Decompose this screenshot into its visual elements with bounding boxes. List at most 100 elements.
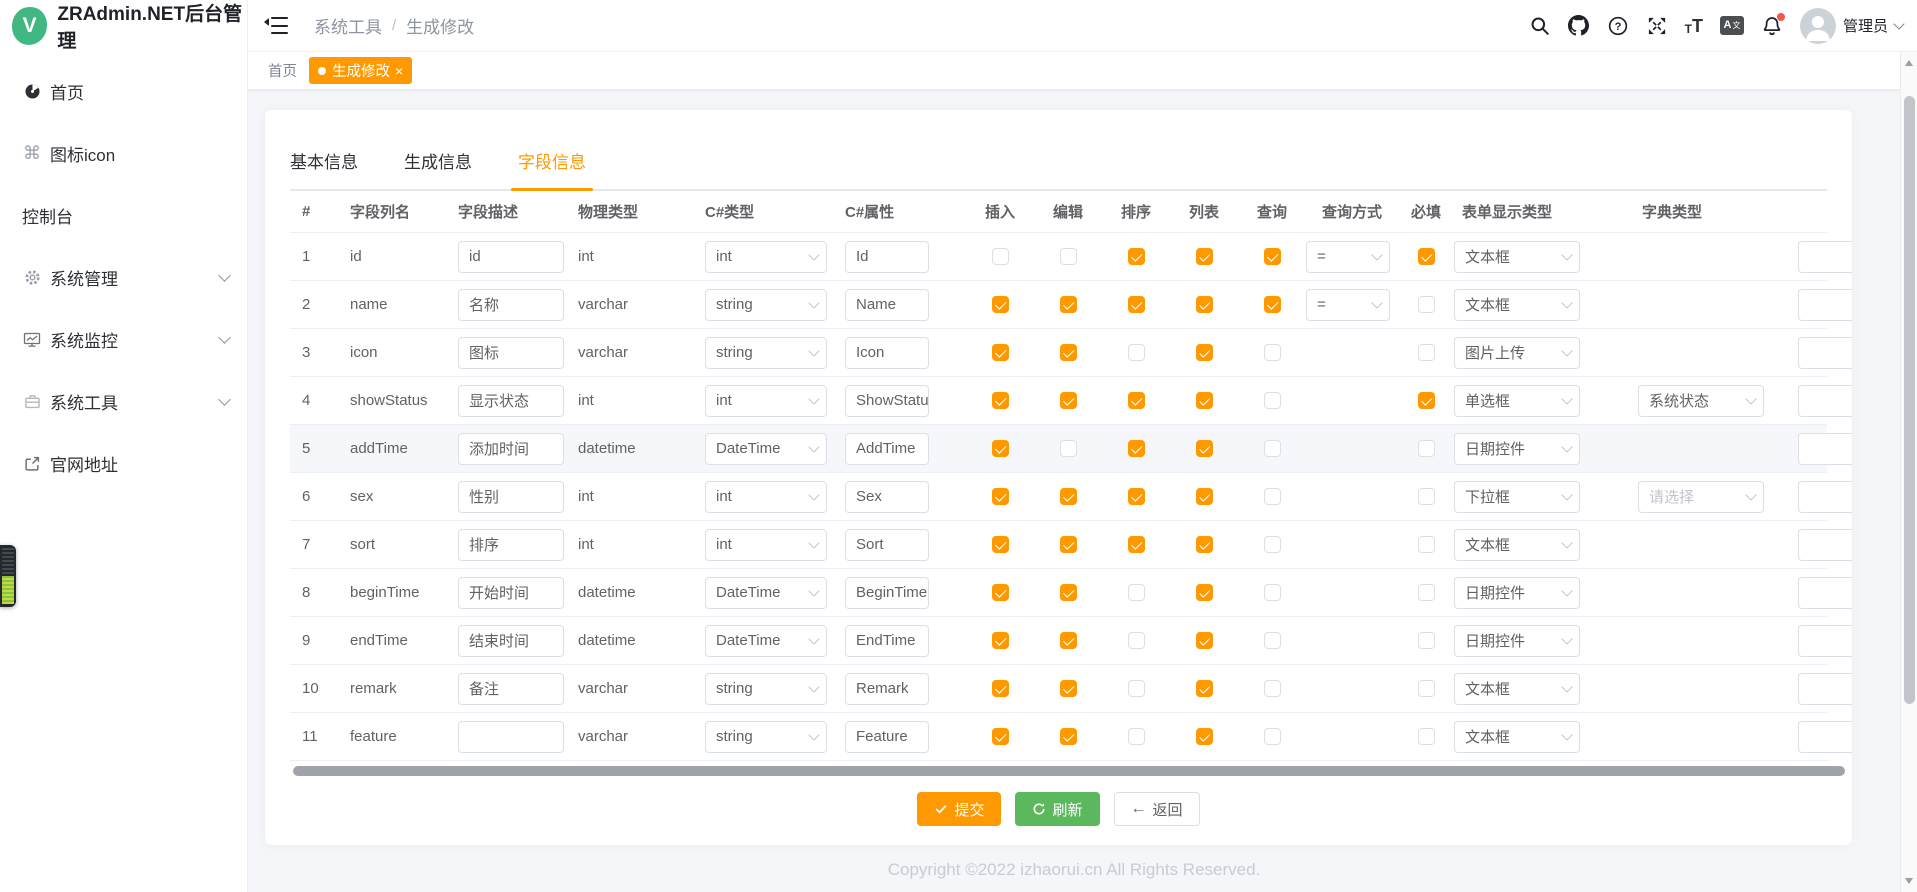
query_type-select[interactable]: =: [1306, 289, 1390, 321]
query-checkbox[interactable]: [1264, 584, 1281, 601]
query-checkbox[interactable]: [1264, 680, 1281, 697]
query-checkbox[interactable]: [1264, 488, 1281, 505]
list-checkbox[interactable]: [1196, 344, 1213, 361]
required-checkbox[interactable]: [1418, 344, 1435, 361]
required-checkbox[interactable]: [1418, 632, 1435, 649]
query-checkbox[interactable]: [1264, 632, 1281, 649]
extra-input[interactable]: [1798, 625, 1852, 657]
sidebar-item-system-tools[interactable]: 系统工具: [0, 370, 247, 432]
refresh-button[interactable]: 刷新: [1015, 792, 1099, 826]
dict_type-select[interactable]: 请选择: [1638, 481, 1764, 513]
sort-checkbox[interactable]: [1128, 344, 1145, 361]
performance-monitor-widget[interactable]: [0, 545, 16, 607]
sort-checkbox[interactable]: [1128, 632, 1145, 649]
back-button[interactable]: ← 返回: [1114, 792, 1200, 826]
cs_type-select[interactable]: int: [705, 481, 827, 513]
tab-field-info[interactable]: 字段信息: [518, 148, 586, 189]
edit-checkbox[interactable]: [1060, 440, 1077, 457]
extra-input[interactable]: [1798, 481, 1852, 513]
query-checkbox[interactable]: [1264, 296, 1281, 313]
html_type-select[interactable]: 日期控件: [1454, 577, 1580, 609]
list-checkbox[interactable]: [1196, 728, 1213, 745]
sort-checkbox[interactable]: [1128, 488, 1145, 505]
dict_type-select[interactable]: 系统状态: [1638, 385, 1764, 417]
cs_type-select[interactable]: DateTime: [705, 433, 827, 465]
list-checkbox[interactable]: [1196, 392, 1213, 409]
required-checkbox[interactable]: [1418, 296, 1435, 313]
font-size-icon[interactable]: TT: [1685, 17, 1703, 35]
edit-checkbox[interactable]: [1060, 632, 1077, 649]
insert-checkbox[interactable]: [992, 728, 1009, 745]
cs_prop-input[interactable]: Icon: [845, 337, 929, 369]
list-checkbox[interactable]: [1196, 584, 1213, 601]
desc-input[interactable]: [458, 721, 564, 753]
edit-checkbox[interactable]: [1060, 296, 1077, 313]
scroll-down-arrow[interactable]: [1905, 878, 1913, 884]
github-icon[interactable]: [1568, 15, 1590, 37]
desc-input[interactable]: 排序: [458, 529, 564, 561]
required-checkbox[interactable]: [1418, 488, 1435, 505]
required-checkbox[interactable]: [1418, 536, 1435, 553]
insert-checkbox[interactable]: [992, 440, 1009, 457]
html_type-select[interactable]: 文本框: [1454, 721, 1580, 753]
sidebar-item-system-management[interactable]: 系统管理: [0, 246, 247, 308]
extra-input[interactable]: [1798, 529, 1852, 561]
sidebar-collapse-icon[interactable]: [266, 17, 288, 35]
cs_type-select[interactable]: DateTime: [705, 625, 827, 657]
tag-home[interactable]: 首页: [268, 60, 297, 81]
extra-input[interactable]: [1798, 577, 1852, 609]
cs_type-select[interactable]: string: [705, 337, 827, 369]
html_type-select[interactable]: 日期控件: [1454, 625, 1580, 657]
required-checkbox[interactable]: [1418, 584, 1435, 601]
desc-input[interactable]: 结束时间: [458, 625, 564, 657]
sort-checkbox[interactable]: [1128, 440, 1145, 457]
insert-checkbox[interactable]: [992, 680, 1009, 697]
required-checkbox[interactable]: [1418, 392, 1435, 409]
cs_type-select[interactable]: string: [705, 721, 827, 753]
help-icon[interactable]: ?: [1607, 15, 1629, 37]
notification-bell-icon[interactable]: [1761, 15, 1783, 37]
cs_prop-input[interactable]: Sort: [845, 529, 929, 561]
cs_prop-input[interactable]: Remark: [845, 673, 929, 705]
insert-checkbox[interactable]: [992, 392, 1009, 409]
app-logo-row[interactable]: V ZRAdmin.NET后台管理: [0, 0, 247, 52]
fullscreen-icon[interactable]: [1646, 15, 1668, 37]
required-checkbox[interactable]: [1418, 440, 1435, 457]
cs_type-select[interactable]: int: [705, 529, 827, 561]
cs_prop-input[interactable]: EndTime: [845, 625, 929, 657]
cs_type-select[interactable]: int: [705, 241, 827, 273]
query-checkbox[interactable]: [1264, 248, 1281, 265]
extra-input[interactable]: [1798, 673, 1852, 705]
query-checkbox[interactable]: [1264, 392, 1281, 409]
breadcrumb-item[interactable]: 系统工具: [314, 13, 382, 38]
scroll-up-arrow[interactable]: [1905, 60, 1913, 66]
cs_prop-input[interactable]: Sex: [845, 481, 929, 513]
horizontal-scrollbar-thumb[interactable]: [293, 766, 1845, 776]
insert-checkbox[interactable]: [992, 584, 1009, 601]
html_type-select[interactable]: 文本框: [1454, 673, 1580, 705]
edit-checkbox[interactable]: [1060, 344, 1077, 361]
desc-input[interactable]: 开始时间: [458, 577, 564, 609]
desc-input[interactable]: id: [458, 241, 564, 273]
edit-checkbox[interactable]: [1060, 392, 1077, 409]
list-checkbox[interactable]: [1196, 248, 1213, 265]
cs_type-select[interactable]: int: [705, 385, 827, 417]
html_type-select[interactable]: 文本框: [1454, 529, 1580, 561]
list-checkbox[interactable]: [1196, 296, 1213, 313]
insert-checkbox[interactable]: [992, 344, 1009, 361]
list-checkbox[interactable]: [1196, 488, 1213, 505]
required-checkbox[interactable]: [1418, 680, 1435, 697]
html_type-select[interactable]: 日期控件: [1454, 433, 1580, 465]
tag-active[interactable]: 生成修改 ×: [309, 57, 412, 84]
query-checkbox[interactable]: [1264, 440, 1281, 457]
required-checkbox[interactable]: [1418, 728, 1435, 745]
sidebar-item-home[interactable]: 首页: [0, 60, 247, 122]
list-checkbox[interactable]: [1196, 680, 1213, 697]
desc-input[interactable]: 备注: [458, 673, 564, 705]
desc-input[interactable]: 显示状态: [458, 385, 564, 417]
query-checkbox[interactable]: [1264, 344, 1281, 361]
extra-input[interactable]: [1798, 241, 1852, 273]
cs_prop-input[interactable]: Id: [845, 241, 929, 273]
html_type-select[interactable]: 文本框: [1454, 289, 1580, 321]
query-checkbox[interactable]: [1264, 536, 1281, 553]
